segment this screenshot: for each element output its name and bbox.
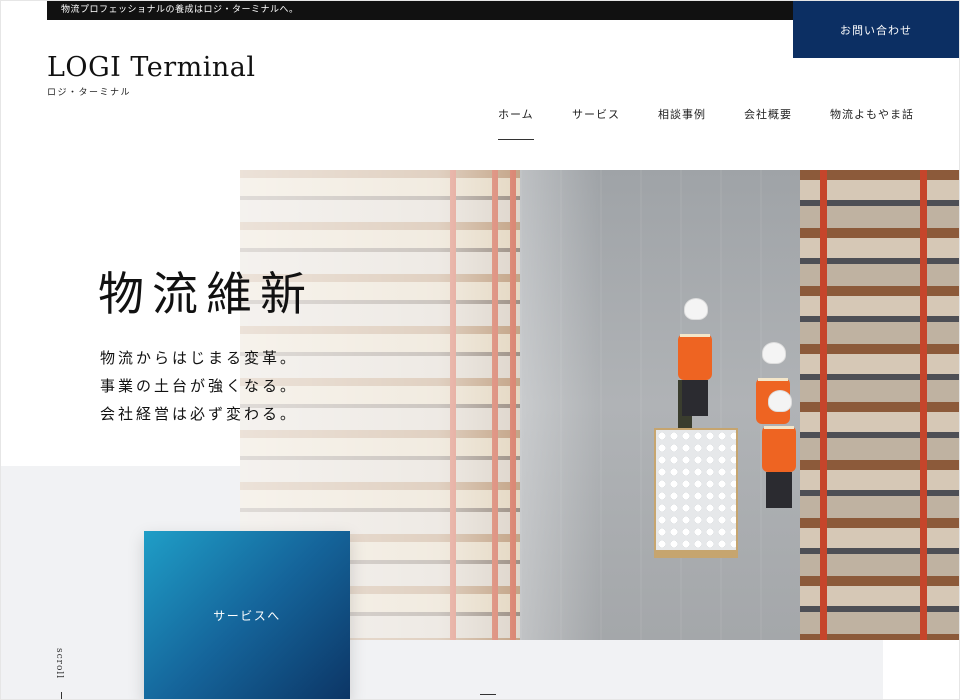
worker-figure <box>678 298 712 416</box>
nav-item-home[interactable]: ホーム <box>498 106 534 140</box>
hero-title: 物流維新 <box>98 267 314 321</box>
right-storage-racks <box>800 170 960 640</box>
lower-right-white-block <box>883 640 960 700</box>
scroll-indicator-label: scroll <box>54 648 64 680</box>
nav-item-company[interactable]: 会社概要 <box>744 106 792 122</box>
logo-subtitle: ロジ・ターミナル <box>47 88 132 98</box>
worker-figure <box>762 390 796 508</box>
contact-button[interactable]: お問い合わせ <box>793 1 959 58</box>
pallet-of-goods <box>654 428 738 558</box>
nav-item-cases[interactable]: 相談事例 <box>658 106 706 122</box>
nav-item-services[interactable]: サービス <box>572 106 620 122</box>
hero-copy-line: 事業の土台が強くなる。 <box>100 377 299 395</box>
header-tagline: 物流プロフェッショナルの養成はロジ・ターミナルへ。 <box>47 1 793 20</box>
scroll-indicator-line <box>61 692 62 700</box>
services-card-button[interactable]: サービスへ <box>144 531 350 700</box>
nav-item-column[interactable]: 物流よもやま話 <box>830 106 914 122</box>
section-divider-dash <box>480 694 496 695</box>
site-logo[interactable]: LOGI Terminal ロジ・ターミナル <box>47 52 256 98</box>
rack-post <box>920 170 927 640</box>
hero-copy-line: 物流からはじまる変革。 <box>100 349 299 367</box>
logo-wordmark: LOGI Terminal <box>47 52 256 83</box>
rack-post <box>820 170 827 640</box>
main-nav: ホーム サービス 相談事例 会社概要 物流よもやま話 <box>480 106 940 140</box>
hero-copy-line: 会社経営は必ず変わる。 <box>100 405 299 423</box>
hero-copy: 物流からはじまる変革。 事業の土台が強くなる。 会社経営は必ず変わる。 <box>100 344 298 428</box>
